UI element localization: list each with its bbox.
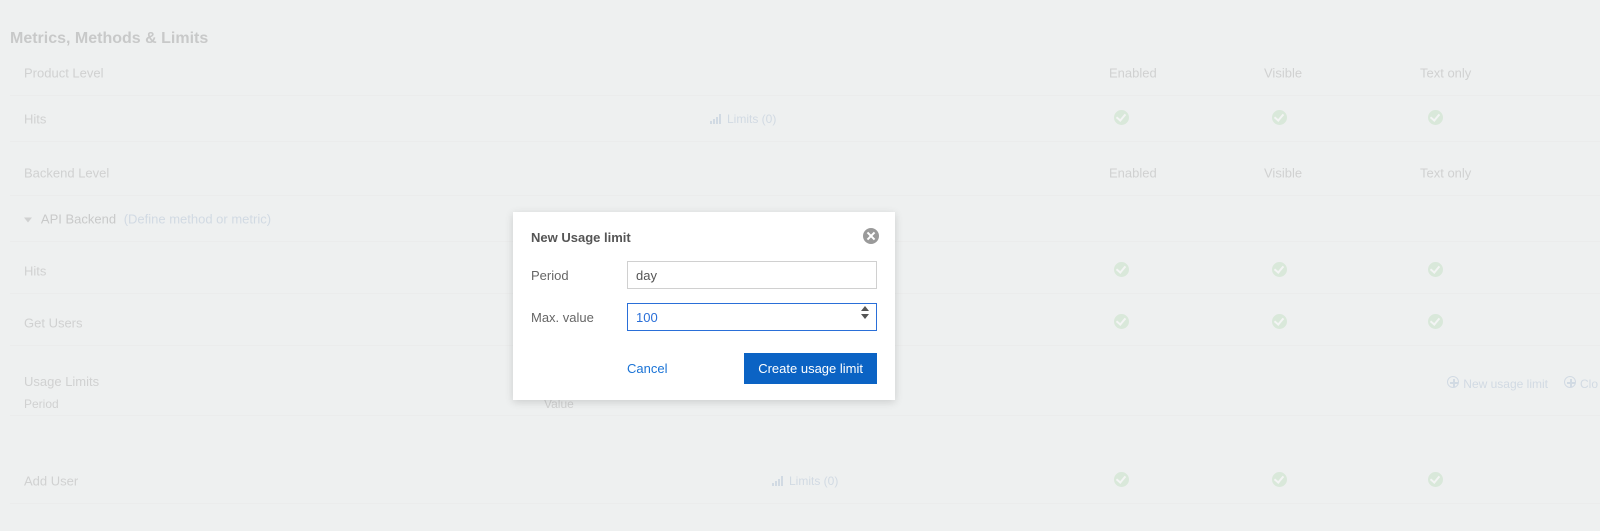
new-usage-limit-modal: New Usage limit Period Max. value Cancel… — [513, 212, 895, 400]
stepper-down-icon[interactable] — [861, 314, 869, 319]
stepper-up-icon[interactable] — [861, 306, 869, 311]
max-value-input[interactable] — [627, 303, 877, 331]
modal-title: New Usage limit — [531, 230, 877, 245]
create-usage-limit-button[interactable]: Create usage limit — [744, 353, 877, 384]
period-field-label: Period — [531, 268, 627, 283]
cancel-button[interactable]: Cancel — [627, 361, 667, 376]
period-input[interactable] — [627, 261, 877, 289]
close-icon[interactable] — [863, 228, 879, 244]
max-value-field-label: Max. value — [531, 310, 627, 325]
